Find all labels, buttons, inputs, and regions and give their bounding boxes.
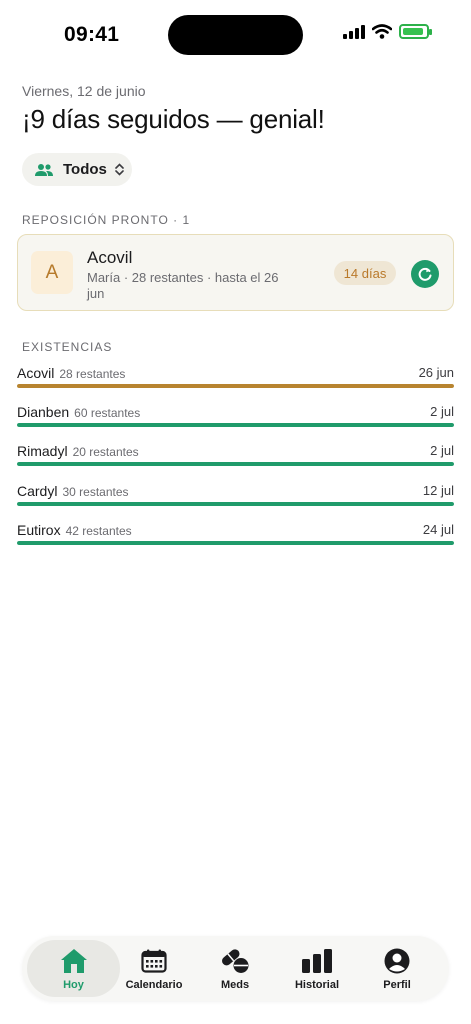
stock-level-fill xyxy=(17,502,454,506)
stock-med-name: Cardyl 30 restantes xyxy=(17,483,129,499)
member-filter-button[interactable]: Todos xyxy=(22,153,132,186)
date-label: Viernes, 12 de junio xyxy=(22,83,146,99)
med-count: 42 restantes xyxy=(65,524,132,538)
med-name: Dianben xyxy=(17,404,70,420)
tab-bar: Hoy Calendario Meds Historial Perfil xyxy=(22,936,449,1001)
med-count: 60 restantes xyxy=(74,406,141,420)
status-bar: 09:41 xyxy=(0,0,471,70)
med-avatar: A xyxy=(31,251,73,294)
tab-meds[interactable]: Meds xyxy=(205,940,265,997)
stock-med-name: Dianben 60 restantes xyxy=(17,404,140,420)
home-icon xyxy=(60,949,87,973)
page-title: ¡9 días seguidos — genial! xyxy=(22,104,325,134)
chevron-up-down-icon xyxy=(115,163,124,176)
days-remaining-badge: 14 días xyxy=(334,261,396,285)
stock-row[interactable]: Eutirox 42 restantes 24 jul xyxy=(17,522,454,552)
runout-date: 24 jul xyxy=(422,522,454,537)
stock-med-name: Eutirox 42 restantes xyxy=(17,522,132,538)
stock-level-fill xyxy=(17,423,454,427)
runout-date: 12 jul xyxy=(422,483,454,498)
stock-row[interactable]: Dianben 60 restantes 2 jul xyxy=(17,404,454,434)
runout-date: 2 jul xyxy=(430,404,454,419)
status-icons xyxy=(343,24,432,39)
refill-section-count: 1 xyxy=(182,213,191,227)
tab-calendario[interactable]: Calendario xyxy=(121,940,187,997)
wifi-icon xyxy=(372,24,392,39)
pills-icon xyxy=(222,949,249,973)
tab-label: Hoy xyxy=(63,979,84,991)
tab-label: Historial xyxy=(294,979,339,991)
refill-section-heading: REPOSICIÓN PRONTO · 1 xyxy=(22,213,190,227)
bar-chart-icon xyxy=(302,949,332,973)
runout-date: 26 jun xyxy=(418,365,454,380)
med-name: Rimadyl xyxy=(17,443,68,459)
stock-level-fill xyxy=(17,384,454,388)
tab-historial[interactable]: Historial xyxy=(287,940,347,997)
stock-level-bar xyxy=(17,384,454,388)
stock-level-bar xyxy=(17,541,454,545)
med-name: Cardyl xyxy=(17,483,58,499)
med-name: Eutirox xyxy=(17,522,61,538)
stock-level-fill xyxy=(17,541,454,545)
tab-label: Perfil xyxy=(383,979,411,991)
stock-row[interactable]: Rimadyl 20 restantes 2 jul xyxy=(17,443,454,473)
stock-row[interactable]: Cardyl 30 restantes 12 jul xyxy=(17,483,454,513)
status-time: 09:41 xyxy=(64,23,120,46)
stock-level-bar xyxy=(17,423,454,427)
stock-row[interactable]: Acovil 28 restantes 26 jun xyxy=(17,365,454,395)
med-count: 28 restantes xyxy=(59,367,126,381)
stock-level-bar xyxy=(17,462,454,466)
stock-level-fill xyxy=(17,462,454,466)
refill-card[interactable]: A Acovil María · 28 restantes · hasta el… xyxy=(17,234,454,311)
tab-label: Calendario xyxy=(125,979,183,991)
filter-label: Todos xyxy=(63,161,107,178)
stock-med-name: Acovil 28 restantes xyxy=(17,365,125,381)
stock-section-label: EXISTENCIAS xyxy=(22,340,113,354)
stock-med-name: Rimadyl 20 restantes xyxy=(17,443,139,459)
tab-perfil[interactable]: Perfil xyxy=(368,940,426,997)
refill-button[interactable] xyxy=(411,260,439,288)
profile-icon xyxy=(384,948,410,974)
battery-icon xyxy=(399,24,432,39)
tab-label: Meds xyxy=(220,979,250,991)
battery-level xyxy=(403,28,424,35)
dynamic-island xyxy=(168,15,303,55)
refill-med-name: Acovil xyxy=(87,248,133,267)
refill-med-meta: María · 28 restantes · hasta el 26 jun xyxy=(87,270,279,301)
med-count: 20 restantes xyxy=(72,445,139,459)
people-icon xyxy=(35,163,53,176)
calendar-icon xyxy=(141,949,167,973)
med-count: 30 restantes xyxy=(62,485,129,499)
stock-level-bar xyxy=(17,502,454,506)
refresh-icon xyxy=(418,267,432,281)
runout-date: 2 jul xyxy=(430,443,454,458)
med-name: Acovil xyxy=(17,365,55,381)
cellular-signal-icon xyxy=(343,24,365,39)
refill-section-label: REPOSICIÓN PRONTO xyxy=(22,213,169,227)
tab-hoy[interactable]: Hoy xyxy=(27,940,120,997)
